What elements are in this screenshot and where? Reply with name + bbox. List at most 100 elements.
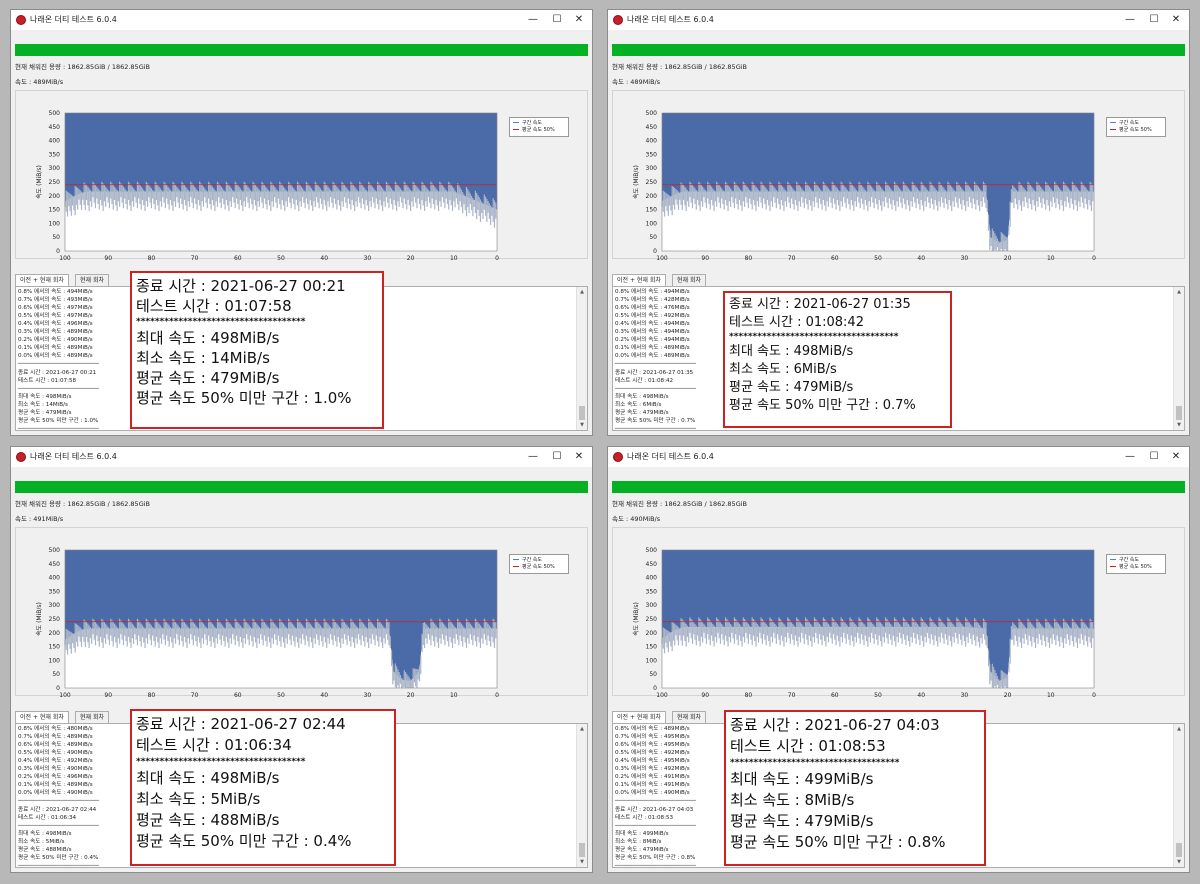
scroll-down-icon[interactable]: ▼	[577, 420, 587, 430]
x-tick-label: 80	[745, 692, 753, 697]
log-line: ────────────────────────	[18, 862, 99, 868]
summary-line: ************************************	[136, 317, 306, 327]
window-title: 나래온 더티 테스트 6.0.4	[627, 15, 714, 24]
tab-current[interactable]: 현재 회차	[75, 711, 109, 723]
log-line: 0.4% 에서의 속도 : 492MiB/s	[18, 758, 93, 765]
log-line: 최소 속도 : 14MiB/s	[18, 401, 68, 408]
legend-label: 구간 속도	[1119, 120, 1139, 126]
scroll-up-icon[interactable]: ▲	[1174, 724, 1184, 734]
x-tick-label: 100	[656, 255, 668, 260]
scroll-up-icon[interactable]: ▲	[577, 287, 587, 297]
summary-line: 평균 속도 : 479MiB/s	[729, 380, 854, 395]
log-line: 최대 속도 : 499MiB/s	[615, 830, 669, 837]
y-tick-label: 0	[56, 248, 60, 255]
close-button[interactable]: ✕	[568, 449, 590, 465]
scroll-down-icon[interactable]: ▼	[577, 857, 587, 867]
title-bar[interactable]: 나래온 더티 테스트 6.0.4 — ☐ ✕	[608, 447, 1189, 467]
title-bar[interactable]: 나래온 더티 테스트 6.0.4 — ☐ ✕	[11, 447, 592, 467]
log-line: 0.4% 에서의 속도 : 495MiB/s	[615, 758, 690, 765]
tab-current[interactable]: 현재 회차	[672, 711, 706, 723]
log-line: 종료 시간 : 2021-06-27 04:03	[615, 806, 694, 813]
progress-bar	[612, 44, 1185, 56]
maximize-button[interactable]: ☐	[1143, 12, 1165, 28]
scroll-thumb[interactable]	[1176, 406, 1182, 420]
log-scrollbar[interactable]: ▲ ▼	[1173, 724, 1184, 867]
scroll-thumb[interactable]	[579, 406, 585, 420]
close-button[interactable]: ✕	[1165, 12, 1187, 28]
scroll-down-icon[interactable]: ▼	[1174, 420, 1184, 430]
log-line: ────────────────────────	[615, 361, 696, 368]
summary-line: 종료 시간 : 2021-06-27 01:35	[729, 297, 911, 312]
log-scrollbar[interactable]: ▲ ▼	[1173, 287, 1184, 430]
minimize-button[interactable]: —	[1119, 12, 1141, 28]
speed-chart: 500450400350300250200150100500100 90 80 70 6…	[632, 547, 1096, 697]
app-logo-icon	[16, 452, 26, 462]
scroll-down-icon[interactable]: ▼	[1174, 857, 1184, 867]
log-line: ────────────────────────	[18, 361, 99, 368]
scroll-thumb[interactable]	[1176, 843, 1182, 857]
log-line: 0.2% 에서의 속도 : 494MiB/s	[615, 337, 690, 344]
summary-line: 최소 속도 : 8MiB/s	[730, 791, 855, 809]
x-tick-label: 50	[874, 255, 882, 260]
minimize-button[interactable]: —	[522, 449, 544, 465]
log-line: ────────────────────────	[18, 385, 99, 392]
title-bar[interactable]: 나래온 더티 테스트 6.0.4 — ☐ ✕	[11, 10, 592, 30]
scroll-up-icon[interactable]: ▲	[1174, 287, 1184, 297]
capacity-label: 현재 채워진 용량 : 1862.85GiB / 1862.85GiB	[612, 63, 747, 71]
legend-red-line-icon	[1110, 129, 1116, 130]
legend-label: 구간 속도	[522, 557, 542, 563]
log-line: 평균 속도 50% 미만 구간 : 0.8%	[615, 854, 696, 861]
y-tick-label: 50	[649, 234, 657, 241]
log-scrollbar[interactable]: ▲ ▼	[576, 287, 587, 430]
title-bar[interactable]: 나래온 더티 테스트 6.0.4 — ☐ ✕	[608, 10, 1189, 30]
summary-line: 종료 시간 : 2021-06-27 00:21	[136, 277, 346, 295]
x-tick-label: 30	[364, 255, 372, 260]
maximize-button[interactable]: ☐	[1143, 449, 1165, 465]
x-tick-label: 20	[407, 692, 415, 697]
log-scrollbar[interactable]: ▲ ▼	[576, 724, 587, 867]
y-tick-label: 100	[49, 220, 61, 227]
log-line: 0.2% 에서의 속도 : 490MiB/s	[18, 337, 93, 344]
log-line: 0.8% 에서의 속도 : 480MiB/s	[18, 726, 93, 732]
progress-bar	[15, 44, 588, 56]
log-line: 0.7% 에서의 속도 : 489MiB/s	[18, 734, 93, 741]
log-line: 0.5% 에서의 속도 : 497MiB/s	[18, 313, 93, 320]
minimize-button[interactable]: —	[1119, 449, 1141, 465]
app-logo-icon	[16, 15, 26, 25]
legend-red-line-icon	[513, 129, 519, 130]
x-tick-label: 90	[104, 255, 112, 260]
maximize-button[interactable]: ☐	[546, 449, 568, 465]
x-tick-label: 80	[148, 692, 156, 697]
tab-current[interactable]: 현재 회차	[672, 274, 706, 286]
summary-highlight-box: 종료 시간 : 2021-06-27 02:44 테스트 시간 : 01:06:3…	[130, 709, 396, 866]
y-tick-label: 350	[49, 588, 61, 595]
scroll-up-icon[interactable]: ▲	[577, 724, 587, 734]
scroll-thumb[interactable]	[579, 843, 585, 857]
chart-legend: 구간 속도 평균 속도 50%	[509, 117, 569, 137]
speed-chart: 500450400350300250200150100500100 90 80 70 6…	[35, 547, 499, 697]
log-line: 0.4% 에서의 속도 : 496MiB/s	[18, 321, 93, 328]
close-button[interactable]: ✕	[1165, 449, 1187, 465]
y-tick-label: 300	[49, 602, 61, 609]
summary-line: 테스트 시간 : 01:06:34	[136, 736, 292, 754]
x-tick-label: 70	[788, 255, 796, 260]
test-window: 나래온 더티 테스트 6.0.4 — ☐ ✕ 현재 채워진 용량 : 1862.85Gi…	[607, 9, 1190, 436]
log-line: 종료 시간 : 2021-06-27 00:21	[18, 369, 97, 376]
y-tick-label: 0	[653, 248, 657, 255]
log-line: 0.8% 에서의 속도 : 489MiB/s	[615, 726, 690, 732]
x-tick-label: 50	[277, 255, 285, 260]
app-logo-icon	[613, 15, 623, 25]
close-button[interactable]: ✕	[568, 12, 590, 28]
summary-line: 종료 시간 : 2021-06-27 04:03	[730, 716, 940, 734]
y-tick-label: 50	[649, 671, 657, 678]
x-tick-label: 30	[961, 692, 969, 697]
chart-area: 500 450 400 350 300 250 200 150 100 50 0 100 90 80 70 6…	[15, 90, 588, 260]
log-line: 0.0% 에서의 속도 : 490MiB/s	[18, 790, 93, 797]
tab-current[interactable]: 현재 회차	[75, 274, 109, 286]
minimize-button[interactable]: —	[522, 12, 544, 28]
maximize-button[interactable]: ☐	[546, 12, 568, 28]
log-line: 0.6% 에서의 속도 : 476MiB/s	[615, 305, 690, 312]
legend-item: 구간 속도	[513, 557, 565, 564]
y-tick-label: 250	[646, 179, 658, 186]
x-tick-label: 100	[656, 692, 668, 697]
